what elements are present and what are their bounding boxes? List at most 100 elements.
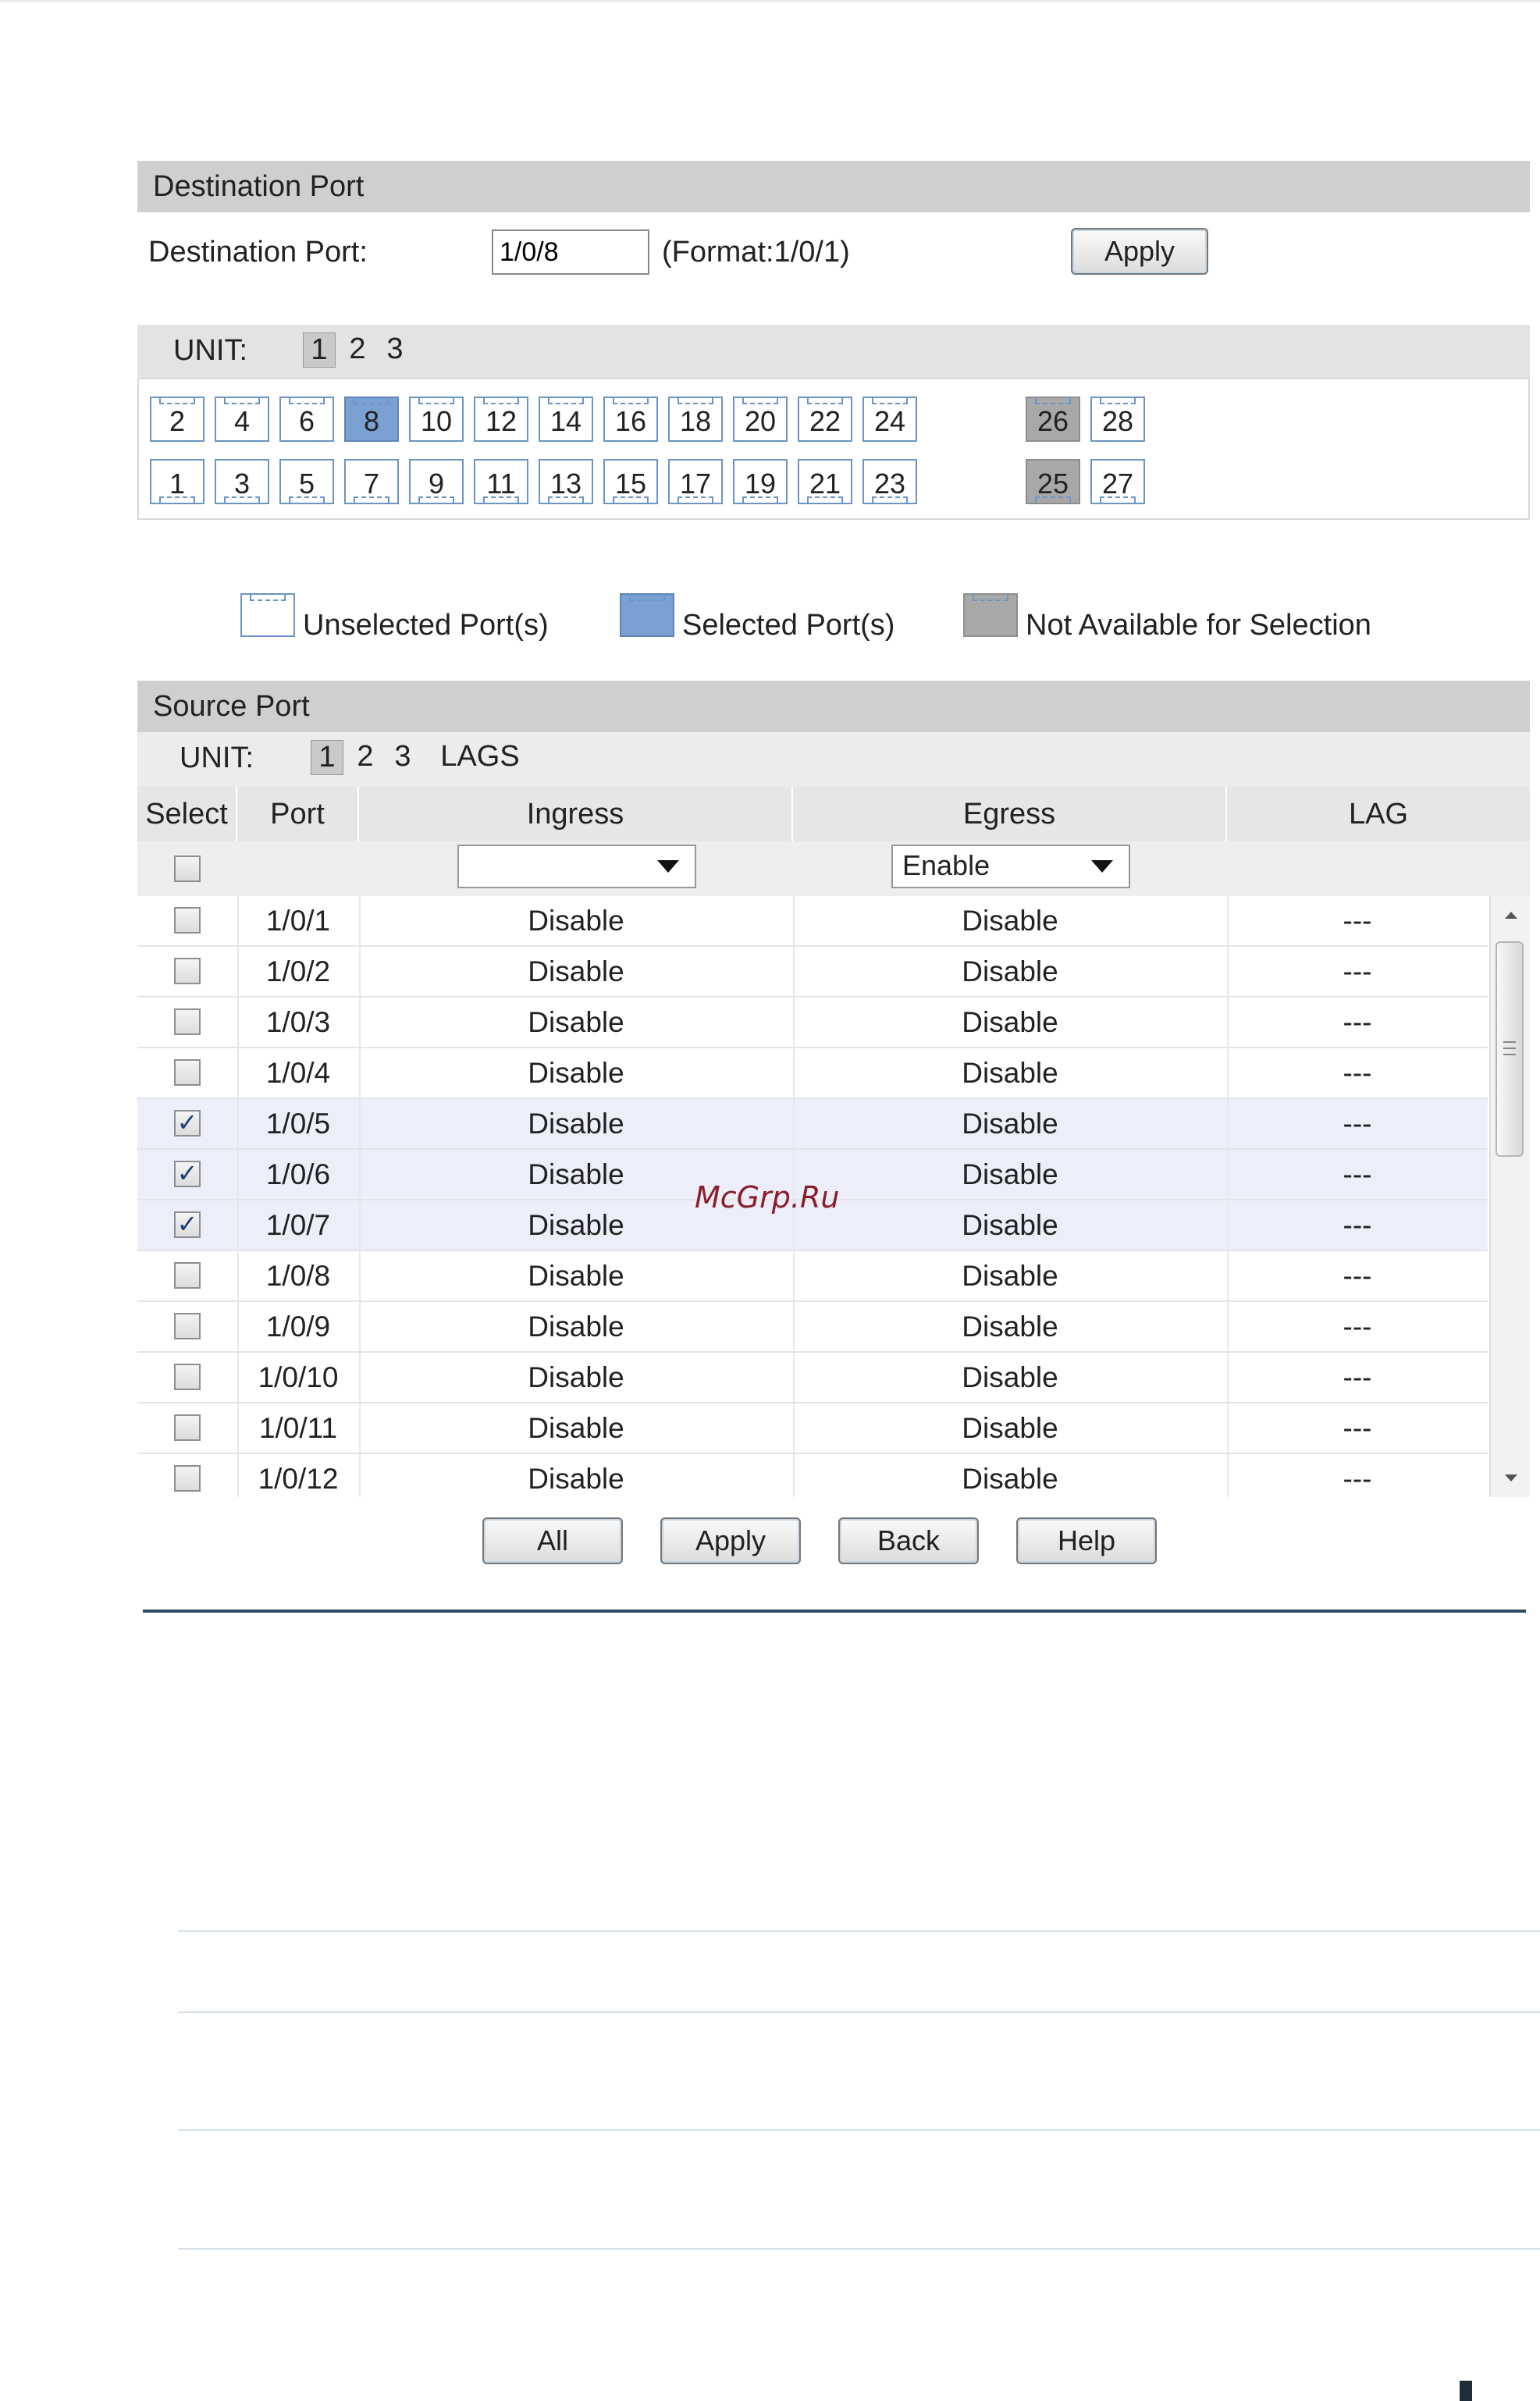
column-separator <box>359 1302 361 1351</box>
column-separator <box>793 1403 795 1453</box>
port-11[interactable]: 11 <box>474 459 528 504</box>
ingress-filter-select[interactable] <box>457 845 696 888</box>
column-separator <box>1227 1302 1229 1351</box>
port-12[interactable]: 12 <box>474 397 528 442</box>
column-separator <box>793 947 795 996</box>
column-separator <box>359 896 361 945</box>
row-select-checkbox[interactable]: ✓ <box>174 1110 201 1136</box>
column-separator <box>359 1251 361 1300</box>
port-6[interactable]: 6 <box>279 397 334 442</box>
column-separator <box>237 1251 239 1300</box>
port-24[interactable]: 24 <box>862 397 917 442</box>
port-13[interactable]: 13 <box>539 459 593 504</box>
table-row[interactable]: 1/0/1 Disable Disable --- <box>137 896 1488 947</box>
port-8[interactable]: 8 <box>344 397 399 442</box>
destination-unit-1[interactable]: 1 <box>303 333 336 368</box>
table-row[interactable]: 1/0/3 Disable Disable --- <box>137 998 1488 1048</box>
table-row[interactable]: 1/0/9 Disable Disable --- <box>137 1302 1488 1353</box>
chevron-down-icon <box>1091 860 1113 873</box>
port-14[interactable]: 14 <box>539 397 593 442</box>
table-row[interactable]: ✓ 1/0/5 Disable Disable --- <box>137 1099 1488 1150</box>
source-unit-3[interactable]: 3 <box>387 740 418 774</box>
table-row[interactable]: 1/0/8 Disable Disable --- <box>137 1251 1488 1302</box>
source-unit-2[interactable]: 2 <box>350 740 381 774</box>
source-unit-lags[interactable]: LAGS <box>437 740 523 774</box>
destination-apply-button[interactable]: Apply <box>1071 228 1208 275</box>
port-17[interactable]: 17 <box>668 459 723 504</box>
port-7[interactable]: 7 <box>344 459 399 504</box>
column-separator <box>237 1048 239 1097</box>
destination-unit-3[interactable]: 3 <box>379 333 411 366</box>
port-25[interactable]: 25 <box>1026 459 1080 504</box>
port-16[interactable]: 16 <box>603 397 658 442</box>
help-button[interactable]: Help <box>1016 1517 1157 1564</box>
column-separator <box>237 947 239 996</box>
row-select-checkbox[interactable]: ✓ <box>174 1211 201 1238</box>
legend-selected-label: Selected Port(s) <box>682 609 895 642</box>
destination-unit-2[interactable]: 2 <box>342 333 373 366</box>
port-27[interactable]: 27 <box>1090 459 1145 504</box>
source-unit-label: UNIT: <box>180 742 254 774</box>
port-28[interactable]: 28 <box>1090 397 1145 442</box>
column-header-ingress: Ingress <box>359 787 793 841</box>
back-button[interactable]: Back <box>838 1517 979 1564</box>
port-19[interactable]: 19 <box>733 459 788 504</box>
port-26[interactable]: 26 <box>1026 397 1080 442</box>
port-10[interactable]: 10 <box>409 397 464 442</box>
column-separator <box>359 1454 361 1497</box>
table-scrollbar[interactable] <box>1489 896 1530 1497</box>
scroll-down-icon[interactable] <box>1505 1474 1517 1482</box>
row-select-checkbox[interactable] <box>174 1313 201 1339</box>
all-button[interactable]: All <box>482 1517 623 1564</box>
table-row[interactable]: 1/0/10 Disable Disable --- <box>137 1353 1488 1403</box>
row-select-checkbox[interactable] <box>174 1008 201 1035</box>
column-separator <box>1227 1099 1229 1148</box>
apply-button[interactable]: Apply <box>660 1517 801 1564</box>
cell-port: 1/0/11 <box>258 1412 338 1444</box>
port-21[interactable]: 21 <box>798 459 852 504</box>
cell-ingress: Disable <box>528 1463 624 1495</box>
row-select-checkbox[interactable]: ✓ <box>174 1161 201 1187</box>
port-18[interactable]: 18 <box>668 397 723 442</box>
row-select-checkbox[interactable] <box>174 907 201 934</box>
egress-filter-select[interactable]: Enable <box>891 845 1130 888</box>
row-select-checkbox[interactable] <box>174 958 201 984</box>
table-row[interactable]: 1/0/4 Disable Disable --- <box>137 1048 1488 1099</box>
port-15[interactable]: 15 <box>603 459 658 504</box>
column-separator <box>237 1150 239 1199</box>
cell-egress: Disable <box>962 1412 1058 1444</box>
cell-port: 1/0/12 <box>258 1463 339 1495</box>
column-header-egress: Egress <box>793 787 1227 841</box>
port-1[interactable]: 1 <box>150 459 205 504</box>
destination-port-input[interactable] <box>492 229 649 275</box>
cell-lag: --- <box>1343 1361 1372 1393</box>
row-select-checkbox[interactable] <box>174 1262 201 1289</box>
source-unit-1[interactable]: 1 <box>311 740 343 775</box>
table-row[interactable]: 1/0/11 Disable Disable --- <box>137 1403 1488 1454</box>
cell-egress: Disable <box>962 1057 1058 1089</box>
port-3[interactable]: 3 <box>215 459 269 504</box>
row-select-checkbox[interactable] <box>174 1364 201 1390</box>
port-2[interactable]: 2 <box>150 397 205 442</box>
select-all-checkbox[interactable] <box>174 855 201 882</box>
cell-egress: Disable <box>962 1209 1058 1241</box>
column-separator <box>237 1099 239 1148</box>
port-23[interactable]: 23 <box>862 459 917 504</box>
port-4[interactable]: 4 <box>215 397 269 442</box>
column-separator <box>1227 947 1229 996</box>
row-select-checkbox[interactable] <box>174 1414 201 1441</box>
row-select-checkbox[interactable] <box>174 1465 201 1492</box>
scroll-up-icon[interactable] <box>1505 912 1517 919</box>
row-select-checkbox[interactable] <box>174 1059 201 1086</box>
port-9[interactable]: 9 <box>409 459 464 504</box>
port-5[interactable]: 5 <box>279 459 334 504</box>
column-separator <box>793 896 795 945</box>
page-marker <box>1460 2381 1472 2401</box>
cell-port: 1/0/9 <box>265 1311 331 1343</box>
port-20[interactable]: 20 <box>733 397 788 442</box>
table-row[interactable]: 1/0/12 Disable Disable --- <box>137 1454 1488 1497</box>
scroll-thumb[interactable] <box>1496 941 1524 1157</box>
cell-lag: --- <box>1343 1006 1372 1038</box>
port-22[interactable]: 22 <box>798 397 852 442</box>
table-row[interactable]: 1/0/2 Disable Disable --- <box>137 947 1488 998</box>
